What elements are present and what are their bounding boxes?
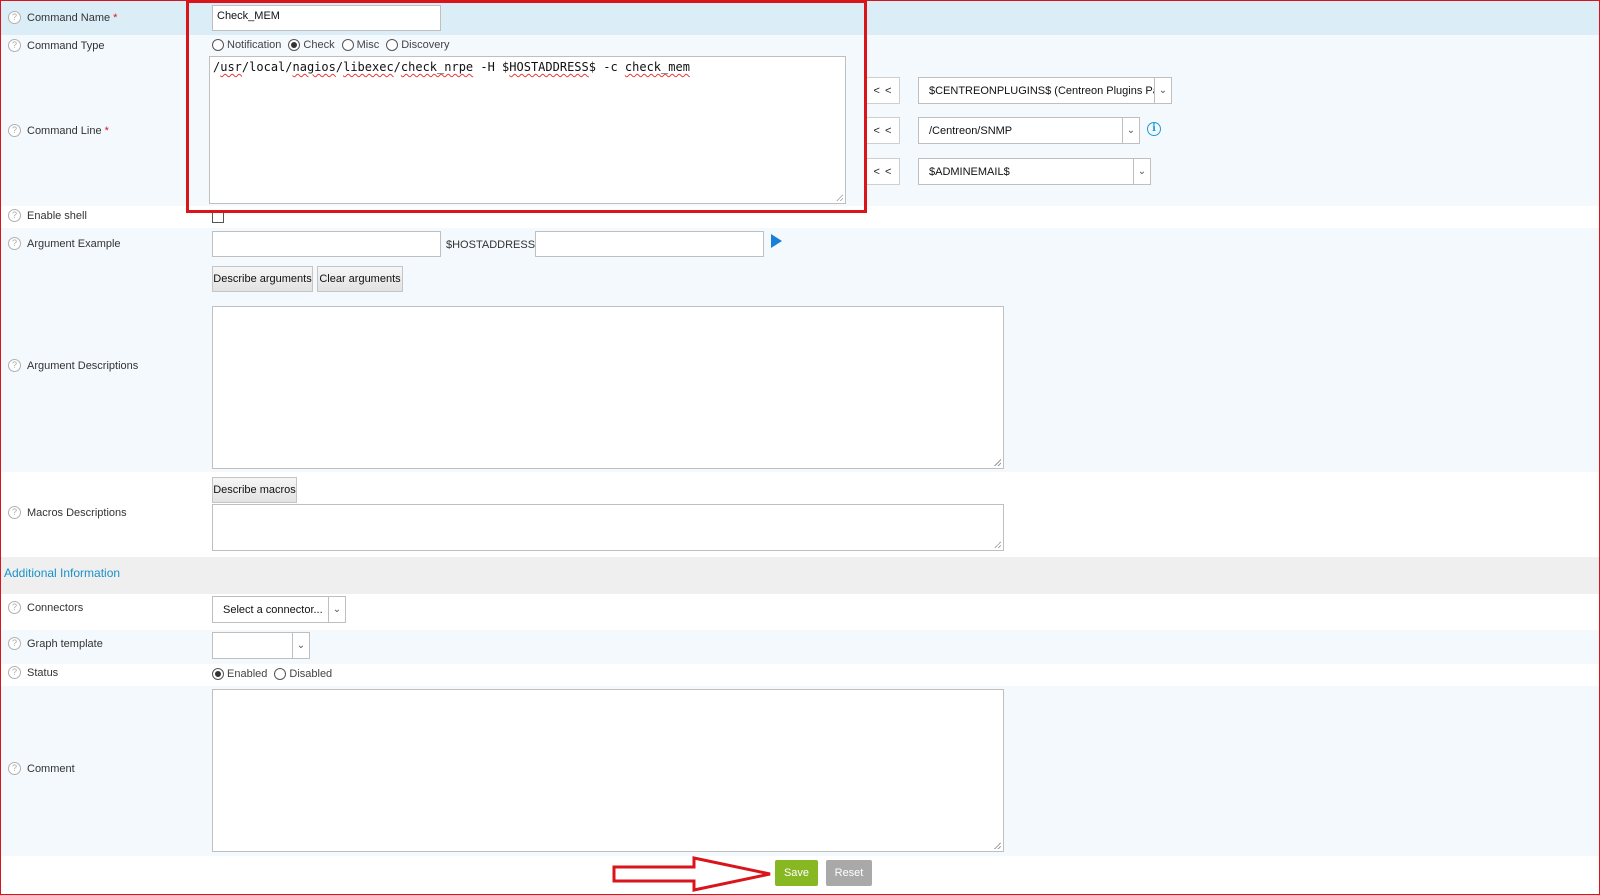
help-icon[interactable]: ? [8,637,21,650]
radio-discovery[interactable] [386,39,399,51]
additional-information-title: Additional Information [4,566,121,580]
graph-template-label: ? Graph template [8,637,103,650]
play-icon[interactable] [771,234,782,248]
graph-template-select[interactable]: ⌄ [212,632,310,659]
command-type-label: ? Command Type [8,39,104,52]
chevron-down-icon: ⌄ [1154,78,1171,103]
describe-arguments-button[interactable]: Describe arguments [212,266,313,292]
help-icon[interactable]: ? [8,359,21,372]
radio-misc[interactable] [341,39,354,51]
hostaddress-value-input[interactable] [535,231,764,257]
resize-grip[interactable] [994,541,1001,548]
resize-grip[interactable] [994,842,1001,849]
command-line-label: ? Command Line * [8,124,109,137]
macro-select[interactable]: $ADMINEMAIL$ ⌄ [918,158,1151,185]
status-radios: Enabled Disabled [212,668,339,680]
reset-button[interactable]: Reset [826,860,872,886]
help-icon[interactable]: ? [8,39,21,52]
macros-descriptions-label: ? Macros Descriptions [8,506,127,519]
chevron-down-icon: ⌄ [1133,159,1150,184]
describe-macros-button[interactable]: Describe macros [212,477,297,503]
command-type-radios: Notification Check Misc Discovery [212,39,457,51]
argument-descriptions-label: ? Argument Descriptions [8,359,138,372]
plugins-path-select[interactable]: $CENTREONPLUGINS$ (Centreon Plugins Path… [918,77,1172,104]
help-icon[interactable]: ? [8,601,21,614]
save-button[interactable]: Save [775,860,818,886]
help-icon[interactable]: ? [8,762,21,775]
help-icon[interactable]: ? [8,11,21,24]
row-enable-shell [1,206,1599,228]
arrow-right-icon [612,856,771,892]
connectors-select[interactable]: Select a connector... ⌄ [212,596,346,623]
chevron-down-icon: ⌄ [328,597,345,622]
radio-notification[interactable] [212,39,224,51]
command-line-textarea[interactable]: /usr/local/nagios/libexec/check_nrpe -H … [209,56,846,204]
comment-label: ? Comment [8,762,75,775]
comment-textarea[interactable] [212,689,1004,852]
status-label: ? Status [8,666,58,679]
resize-grip[interactable] [836,194,843,201]
help-icon[interactable]: ? [8,237,21,250]
resize-grip[interactable] [994,459,1001,466]
argument-descriptions-textarea[interactable] [212,306,1004,469]
enable-shell-checkbox[interactable] [212,211,224,223]
insert-plugins-path-button[interactable]: < < [866,77,900,104]
insert-macro-button[interactable]: < < [866,158,900,185]
help-icon[interactable]: ? [8,209,21,222]
help-icon[interactable]: ? [8,666,21,679]
chevron-down-icon: ⌄ [292,633,309,658]
command-select[interactable]: /Centreon/SNMP ⌄ [918,117,1140,144]
enable-shell-label: ? Enable shell [8,209,87,222]
help-icon[interactable]: ? [8,506,21,519]
command-line-text: /usr/local/nagios/libexec/check_nrpe -H … [213,60,690,74]
hostaddress-macro-label: $HOSTADDRESS$ [446,239,542,251]
radio-enabled[interactable] [212,668,224,680]
clear-arguments-button[interactable]: Clear arguments [317,266,403,292]
info-icon[interactable]: i [1147,122,1161,136]
radio-check[interactable] [288,39,301,51]
chevron-down-icon: ⌄ [1122,118,1139,143]
command-name-input[interactable]: Check_MEM [212,5,441,31]
help-icon[interactable]: ? [8,124,21,137]
argument-example-input[interactable] [212,231,441,257]
additional-information-header [1,557,1599,594]
insert-command-button[interactable]: < < [866,117,900,144]
macros-descriptions-textarea[interactable] [212,504,1004,551]
radio-disabled[interactable] [274,668,287,680]
argument-example-label: ? Argument Example [8,237,121,250]
command-name-label: ? Command Name * [8,11,117,24]
connectors-label: ? Connectors [8,601,83,614]
